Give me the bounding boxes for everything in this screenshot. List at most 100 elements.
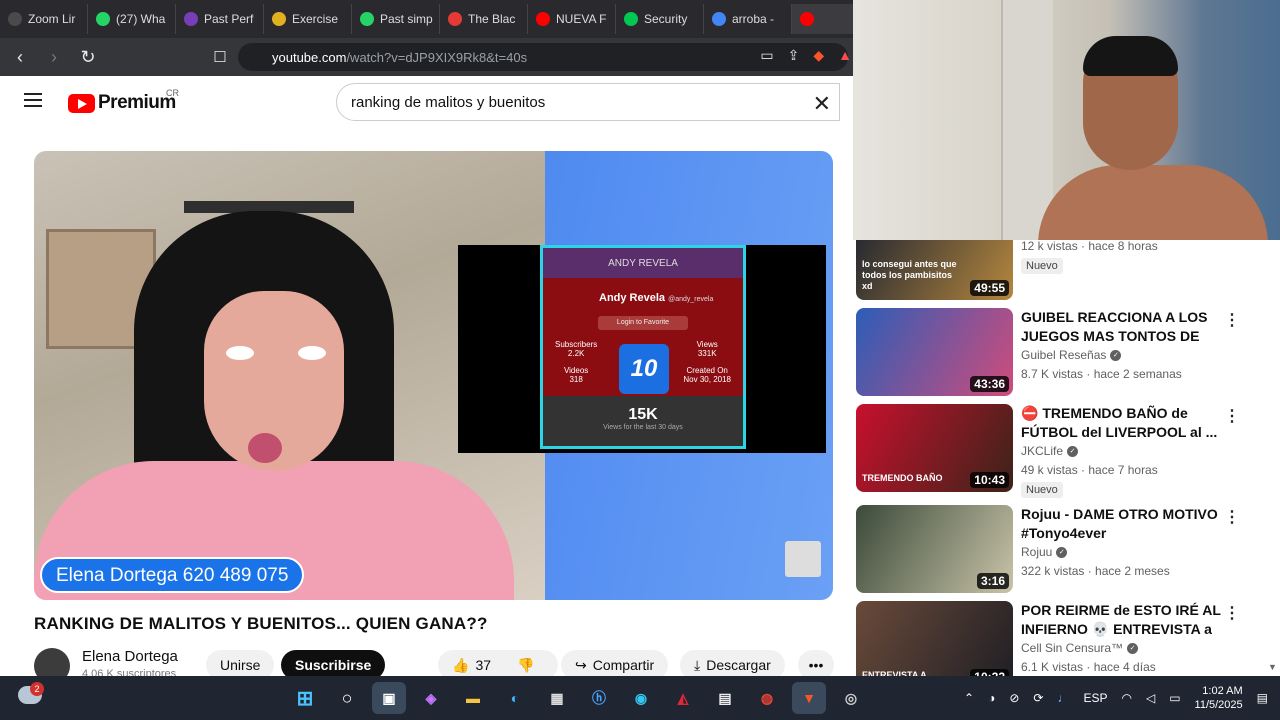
microphone-icon[interactable]: ♩ <box>1057 691 1069 705</box>
rank-number: 10 <box>619 344 669 394</box>
video-thumbnail[interactable]: lo consegui antes que todos los pambisit… <box>856 240 1013 300</box>
video-thumbnail[interactable]: 3:16 <box>856 505 1013 593</box>
thumbnail-caption: TREMENDO BAÑO <box>862 473 943 483</box>
video-player[interactable]: Elena Dortega 620 489 075 ANDY REVELA An… <box>34 151 833 600</box>
search-icon[interactable]: ○ <box>330 682 364 714</box>
clock[interactable]: 1:02 AM 11/5/2025 <box>1195 684 1243 712</box>
video-title[interactable]: GUIBEL REACCIONA A LOS JUEGOS MAS TONTOS… <box>1021 308 1221 346</box>
like-icon[interactable]: 👍 <box>452 657 469 674</box>
browser-tab[interactable] <box>792 4 860 34</box>
browser-tab[interactable]: (27) Wha <box>88 4 176 34</box>
video-duration: 49:55 <box>970 280 1009 296</box>
card-header: ANDY REVELA <box>543 248 743 278</box>
video-title[interactable]: POR REIRME de ESTO IRÉ AL INFIERNO 💀 ENT… <box>1021 601 1221 639</box>
verified-icon: ✓ <box>1127 642 1139 654</box>
channel-name: Rojuu <box>1021 545 1053 559</box>
address-bar[interactable]: youtube.com/watch?v=dJP9XIX9Rk8&t=40s <box>238 43 848 71</box>
brave-shield-icon[interactable]: ◆ <box>813 47 824 64</box>
store-icon[interactable]: ▦ <box>540 682 574 714</box>
channel-stats-card: ANDY REVELA Andy Revela @andy_revela Log… <box>540 245 746 449</box>
dislike-icon[interactable]: 👎 <box>517 657 534 674</box>
recommended-video[interactable]: TREMENDO BAÑO 10:43 ⛔ TREMENDO BAÑO de FÚT… <box>856 404 1266 498</box>
recommendations-sidebar: lo consegui antes que todos los pambisit… <box>853 240 1280 676</box>
chrome-icon[interactable]: ◍ <box>750 682 784 714</box>
mcafee-icon[interactable]: ◭ <box>666 682 700 714</box>
logo-text: Premium <box>98 92 176 113</box>
back-icon[interactable]: ‹ <box>6 43 34 71</box>
brave-icon[interactable]: ▼ <box>792 682 826 714</box>
share-icon[interactable]: ⇪ <box>788 47 800 64</box>
channel-name[interactable]: Elena Dortega <box>82 648 178 665</box>
more-options-icon[interactable]: ⋮ <box>1224 507 1240 527</box>
video-meta: 12 k vistas · hace 8 horas <box>1021 240 1158 253</box>
browser-tab[interactable]: Past Perf <box>176 4 264 34</box>
vpn-icon[interactable]: ◑ <box>988 691 995 705</box>
office-icon[interactable]: ▤ <box>708 682 742 714</box>
browser-tab[interactable]: Past simp <box>352 4 440 34</box>
bookmark-icon[interactable]: ☐ <box>206 43 234 71</box>
tab-favicon-icon <box>360 12 374 26</box>
browser-tab[interactable]: The Blac <box>440 4 528 34</box>
language-indicator[interactable]: ESP <box>1083 691 1107 705</box>
browser-tab[interactable]: Exercise <box>264 4 352 34</box>
video-thumbnail[interactable]: 43:36 <box>856 308 1013 396</box>
clear-search-icon[interactable]: ✕ <box>813 91 831 117</box>
browser-tab[interactable]: Security <box>616 4 704 34</box>
browser-tab[interactable]: NUEVA F <box>528 4 616 34</box>
obs-icon[interactable]: ◎ <box>834 682 868 714</box>
recommended-video[interactable]: 3:16 Rojuu - DAME OTRO MOTIVO #Tonyo4ever… <box>856 505 1266 595</box>
edge-icon[interactable]: ◐ <box>498 682 532 714</box>
notifications-icon[interactable]: ▤ <box>1257 691 1268 705</box>
channel-name: JKCLife <box>1021 444 1064 458</box>
like-count[interactable]: 37 <box>475 657 491 673</box>
video-meta: 322 k vistas · hace 2 meses <box>1021 564 1170 578</box>
youtube-premium-logo[interactable]: Premium <box>68 92 176 114</box>
recommended-video[interactable]: lo consegui antes que todos los pambisit… <box>856 240 1266 302</box>
channel-line[interactable]: Cell Sin Censura™ ✓ <box>1021 641 1139 655</box>
chat-app-icon[interactable]: ◉ <box>624 682 658 714</box>
channel-line[interactable]: Guibel Reseñas ✓ <box>1021 348 1122 362</box>
more-options-icon[interactable]: ⋮ <box>1224 310 1240 330</box>
battery-icon[interactable]: ▭ <box>1169 691 1180 705</box>
copilot-icon[interactable]: ◈ <box>414 682 448 714</box>
video-title[interactable]: Rojuu - DAME OTRO MOTIVO #Tonyo4ever <box>1021 505 1221 543</box>
volume-icon[interactable]: ◁ <box>1146 691 1155 705</box>
clock-date: 11/5/2025 <box>1194 699 1243 711</box>
browser-tab[interactable]: arroba - <box>704 4 792 34</box>
mute-mic-icon[interactable]: ⊘ <box>1009 691 1019 705</box>
sync-icon[interactable]: ⟳ <box>1033 691 1043 705</box>
start-icon[interactable]: ⊞ <box>288 682 322 714</box>
search-input[interactable]: ranking de malitos y buenitos ✕ <box>336 83 840 121</box>
menu-icon[interactable] <box>24 93 42 107</box>
video-title: RANKING DE MALITOS Y BUENITOS... QUIEN G… <box>34 614 488 633</box>
hp-icon[interactable]: ⓗ <box>582 682 616 714</box>
cast-icon[interactable]: ▭ <box>760 47 773 64</box>
tab-favicon-icon <box>8 12 22 26</box>
channel-line[interactable]: Rojuu ✓ <box>1021 545 1068 559</box>
video-title[interactable]: ⛔ TREMENDO BAÑO de FÚTBOL del LIVERPOOL … <box>1021 404 1221 442</box>
rewards-icon[interactable]: ▲ <box>838 47 852 64</box>
task-view-icon[interactable]: ▣ <box>372 682 406 714</box>
recommended-video[interactable]: ENTREVISTA A10:22POR REIRME de ESTO IRÉ … <box>856 601 1266 676</box>
video-thumbnail[interactable]: ENTREVISTA A10:22 <box>856 601 1013 676</box>
tray-overflow-icon[interactable]: ⌃ <box>964 691 974 705</box>
forward-icon[interactable]: › <box>40 43 68 71</box>
recommended-video[interactable]: 43:36 GUIBEL REACCIONA A LOS JUEGOS MAS T… <box>856 308 1266 398</box>
browser-tab[interactable]: Zoom Lir <box>0 4 88 34</box>
file-explorer-icon[interactable]: ▬ <box>456 682 490 714</box>
wifi-icon[interactable]: ◠ <box>1121 691 1131 705</box>
reload-icon[interactable]: ↻ <box>74 43 102 71</box>
clock-time: 1:02 AM <box>1202 685 1243 697</box>
video-thumbnail[interactable]: TREMENDO BAÑO 10:43 <box>856 404 1013 492</box>
tab-label: Zoom Lir <box>28 12 76 26</box>
tab-favicon-icon <box>184 12 198 26</box>
verified-icon: ✓ <box>1067 445 1079 457</box>
channel-line[interactable]: JKCLife ✓ <box>1021 444 1079 458</box>
scroll-down-arrow[interactable]: ▼ <box>1268 662 1277 672</box>
channel-name: Guibel Reseñas <box>1021 348 1107 362</box>
more-options-icon[interactable]: ⋮ <box>1224 406 1240 426</box>
new-badge: Nuevo <box>1021 258 1063 274</box>
thumbnail-caption: lo consegui antes que todos los pambisit… <box>862 259 957 291</box>
video-duration: 10:22 <box>970 669 1009 676</box>
more-options-icon[interactable]: ⋮ <box>1224 603 1240 623</box>
